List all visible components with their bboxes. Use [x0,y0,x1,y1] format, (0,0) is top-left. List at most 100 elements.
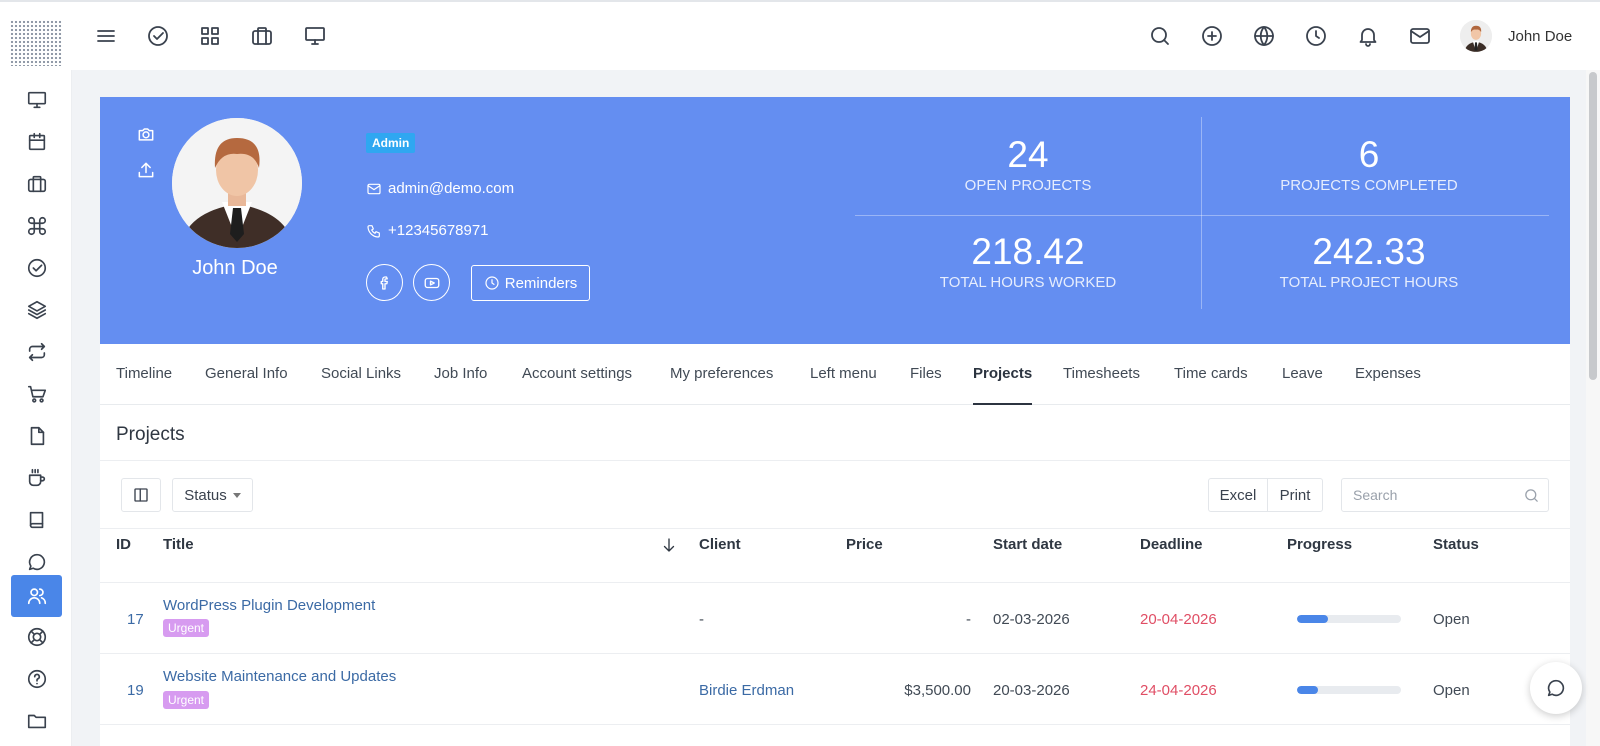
mail-icon[interactable] [1408,24,1432,48]
bell-icon[interactable] [1356,24,1380,48]
sidebar-item-events[interactable] [11,121,62,163]
project-title-link[interactable]: Website Maintenance and Updates [163,668,396,685]
menu-icon[interactable] [94,24,118,48]
project-title-link[interactable]: WordPress Plugin Development [163,597,375,614]
client-link[interactable]: Birdie Erdman [699,682,794,699]
price: - [966,611,971,628]
user-name: John Doe [1508,27,1573,45]
tab-timesheets[interactable]: Timesheets [1063,344,1140,405]
divider [100,528,1570,529]
clock-icon[interactable] [1304,24,1328,48]
grid-icon[interactable] [198,24,222,48]
caret-down-icon [232,492,241,498]
content-card: Timeline General Info Social Links Job I… [100,344,1570,746]
sidebar-item-tasks[interactable] [11,247,62,289]
sidebar-item-clients[interactable] [11,163,62,205]
youtube-button[interactable] [413,264,450,301]
project-id[interactable]: 19 [127,682,144,699]
tab-general-info[interactable]: General Info [205,344,288,405]
progress-bar [1297,615,1401,623]
sidebar-item-subscriptions[interactable] [11,331,62,373]
column-header-price[interactable]: Price [846,536,883,553]
user-menu[interactable]: John Doe [1460,20,1572,52]
chat-button[interactable] [1530,662,1582,714]
column-header-status[interactable]: Status [1433,536,1479,553]
plus-circle-icon[interactable] [1200,24,1224,48]
avatar [1460,20,1492,52]
tab-time-cards[interactable]: Time cards [1174,344,1248,405]
tab-my-preferences[interactable]: My preferences [670,344,773,405]
sidebar-item-leads[interactable] [11,289,62,331]
column-header-deadline[interactable]: Deadline [1140,536,1203,553]
briefcase-icon[interactable] [250,24,274,48]
sidebar [0,70,72,746]
profile-avatar [172,118,302,248]
folder-icon [26,710,48,732]
tab-projects[interactable]: Projects [973,344,1033,405]
mail-icon [366,181,388,197]
app-logo[interactable] [10,20,62,66]
book-icon [26,509,48,531]
stat-label: PROJECTS COMPLETED [1280,177,1458,194]
camera-icon[interactable] [136,124,156,144]
sidebar-item-help[interactable] [11,658,62,700]
progress-fill [1297,686,1318,694]
stat-label: OPEN PROJECTS [964,177,1092,194]
profile-email[interactable]: admin@demo.com [366,180,514,197]
tab-leave[interactable]: Leave [1282,344,1323,405]
stat-label: TOTAL PROJECT HOURS [1279,274,1459,291]
facebook-button[interactable] [366,264,403,301]
page-scrollbar[interactable] [1586,70,1600,746]
stat-value: 218.42 [971,231,1085,272]
reminders-label: Reminders [504,274,578,292]
role-badge: Admin [366,133,416,153]
tab-files[interactable]: Files [910,344,942,405]
profile-banner: John Doe Admin admin@demo.com +123456789… [100,97,1570,344]
search-input[interactable] [1353,479,1523,511]
upload-icon[interactable] [136,160,156,180]
sidebar-item-team-members[interactable] [11,575,62,617]
column-header-progress[interactable]: Progress [1287,536,1352,553]
excel-button[interactable]: Excel [1208,478,1268,512]
sidebar-item-tickets[interactable] [11,616,62,658]
sidebar-item-timeline[interactable] [11,457,62,499]
sort-arrow-down-icon[interactable] [660,536,678,554]
tab-left-menu[interactable]: Left menu [810,344,877,405]
scrollbar-thumb[interactable] [1589,72,1597,380]
status-filter-dropdown[interactable]: Status [172,478,253,512]
profile-phone[interactable]: +12345678971 [366,222,489,239]
youtube-icon [423,274,441,292]
search-icon[interactable] [1148,24,1172,48]
sidebar-item-knowledge-base[interactable] [11,499,62,541]
divider [100,653,1570,654]
column-header-client[interactable]: Client [699,536,741,553]
column-header-title[interactable]: Title [163,536,194,553]
sidebar-item-projects[interactable] [11,205,62,247]
globe-icon[interactable] [1252,24,1276,48]
status-text: Open [1433,682,1470,699]
repeat-icon [26,341,48,363]
file-icon [26,425,48,447]
reminders-button[interactable]: Reminders [471,265,590,301]
tab-account-settings[interactable]: Account settings [522,344,632,405]
tab-timeline[interactable]: Timeline [116,344,172,405]
tab-social-links[interactable]: Social Links [321,344,401,405]
monitor-icon[interactable] [303,24,327,48]
client-name: - [699,611,704,628]
coffee-icon [26,467,48,489]
check-circle-icon[interactable] [146,24,170,48]
tab-job-info[interactable]: Job Info [434,344,487,405]
sidebar-item-files[interactable] [11,700,62,742]
tab-expenses[interactable]: Expenses [1355,344,1421,405]
print-button[interactable]: Print [1267,478,1323,512]
urgent-tag: Urgent [163,691,210,709]
column-header-id[interactable]: ID [116,536,131,553]
sidebar-item-notes[interactable] [11,415,62,457]
layers-icon [26,299,48,321]
sidebar-item-dashboard[interactable] [11,79,62,121]
sidebar-item-sales[interactable] [11,373,62,415]
column-header-start-date[interactable]: Start date [993,536,1062,553]
toggle-columns-button[interactable] [121,478,161,512]
project-id[interactable]: 17 [127,611,144,628]
columns-icon [132,486,150,504]
